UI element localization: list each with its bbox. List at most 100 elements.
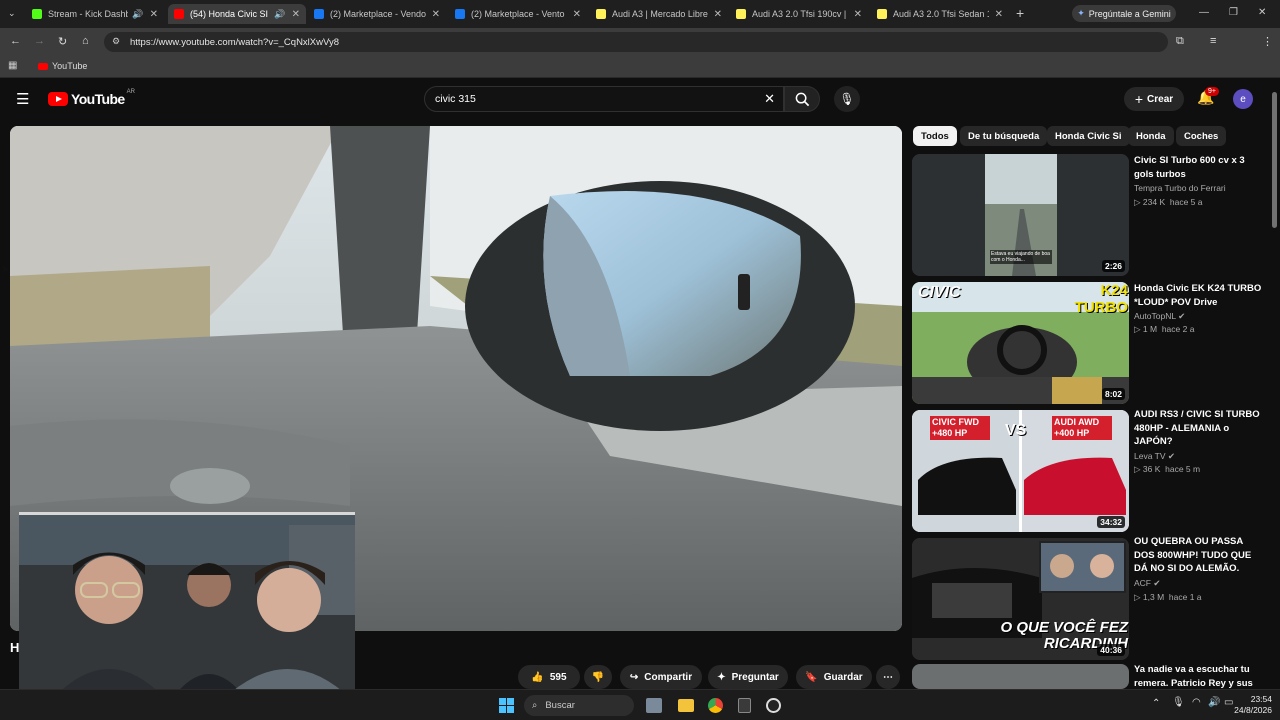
video-duration: 40:36 [1097,644,1125,656]
gemini-label: Pregúntale a Gemini [1088,8,1171,19]
new-tab-button[interactable]: + [1016,5,1024,21]
browser-menu-icon[interactable]: ⋮ [1262,35,1273,48]
rec-thumbnail[interactable] [912,664,1129,689]
site-info-icon[interactable]: ⚙ [112,36,120,47]
rec-channel[interactable]: Tempra Turbo do Ferrari [1134,183,1226,193]
gemini-button[interactable]: ✦ Pregúntale a Gemini [1072,5,1176,22]
filter-chip[interactable]: Todos [913,126,957,146]
search-input[interactable]: civic 315 [435,93,476,105]
like-button[interactable]: 👍 595 [518,665,580,689]
calculator-icon[interactable] [738,698,751,713]
close-window-icon[interactable]: ✕ [1258,7,1266,18]
browser-tab[interactable]: (54) Honda Civic SI Tu... 🔊 ✕ [168,4,306,24]
create-label: Crear [1147,93,1174,105]
page-scrollbar[interactable] [1272,92,1277,228]
taskbar-search[interactable]: ⌕ Buscar [524,695,634,716]
video-title-partial: H [10,640,20,655]
browser-tab[interactable]: Audi A3 2.0 Tfsi Sedan 19... ✕ [871,4,1009,24]
rec-thumbnail[interactable]: O QUE VOCÊ FEZ RICARDINH 40:36 [912,538,1129,660]
rec-title[interactable]: Honda Civic EK K24 TURBO *LOUD* POV Driv… [1134,282,1264,309]
windows-start-icon[interactable] [499,698,514,713]
clear-search-icon[interactable]: ✕ [764,91,775,107]
filter-chip[interactable]: Honda [1128,126,1174,146]
browser-tab[interactable]: Audi A3 2.0 Tfsi 190cv | M... ✕ [730,4,868,24]
search-box[interactable]: civic 315 ✕ [424,86,784,112]
rec-channel[interactable]: AutoTopNL ✔ [1134,311,1185,322]
chevron-up-icon[interactable]: ⌃ [1152,698,1160,709]
clock-date[interactable]: 24/8/2026 [1222,705,1272,715]
minimize-icon[interactable]: — [1199,7,1209,18]
share-button[interactable]: ↪ Compartir [620,665,702,689]
rec-views: 1,3 M [1142,592,1165,602]
reading-list-icon[interactable]: ≡ [1210,35,1216,47]
extensions-icon[interactable]: ⧉ [1176,35,1184,48]
tab-audio-icon[interactable]: 🔊 [132,9,143,20]
forward-icon[interactable]: → [34,35,45,47]
microphone-icon: 🎙 [839,92,855,106]
tab-favicon-icon [174,9,184,19]
rec-title[interactable]: Civic SI Turbo 600 cv x 3 gols turbos [1134,154,1264,181]
reload-icon[interactable]: ↻ [58,35,67,48]
chrome-icon[interactable] [708,698,723,713]
clock-time[interactable]: 23:54 [1232,694,1272,704]
tab-close-icon[interactable]: ✕ [995,9,1003,20]
rec-title[interactable]: Ya nadie va a escuchar tu remera. Patric… [1134,663,1264,690]
address-bar[interactable]: ⚙ https://www.youtube.com/watch?v=_CqNxl… [104,32,1168,52]
tab-search-icon[interactable]: ⌄ [8,8,16,19]
youtube-logo[interactable]: YouTube AR [48,89,135,107]
rec-age: hace 2 a [1161,324,1195,334]
filter-chip[interactable]: De tu búsqueda [960,126,1048,146]
hamburger-menu-icon[interactable]: ☰ [16,90,29,108]
rec-channel[interactable]: Leva TV ✔ [1134,451,1175,462]
taskbar-app-icon[interactable] [646,698,662,713]
share-icon: ↪ [629,671,639,683]
file-explorer-icon[interactable] [678,699,694,712]
rec-channel-name: AutoTopNL [1134,311,1176,321]
rec-title[interactable]: AUDI RS3 / CIVIC SI TURBO 480HP - ALEMAN… [1134,408,1264,449]
browser-tab[interactable]: (2) Marketplace - Vendo H... ✕ [308,4,446,24]
wifi-icon[interactable]: ◠ [1192,697,1201,708]
rec-title[interactable]: OU QUEBRA OU PASSA DOS 800WHP! TUDO QUE … [1134,535,1264,576]
microphone-tray-icon[interactable]: 🎙 [1172,697,1185,708]
thumbs-up-icon: 👍 [531,671,544,683]
account-avatar[interactable]: e [1233,89,1253,109]
search-button[interactable] [784,86,820,112]
tab-audio-icon[interactable]: 🔊 [274,9,285,20]
rec-thumbnail[interactable]: CIVIC FWD +480 HP VS AUDI AWD +400 HP 34… [912,410,1129,532]
rec-channel[interactable]: ACF ✔ [1134,578,1161,589]
tab-close-icon[interactable]: ✕ [714,9,722,20]
volume-icon[interactable]: 🔊 [1208,697,1220,708]
more-actions-button[interactable]: ⋯ [876,665,900,689]
home-icon[interactable]: ⌂ [82,35,89,47]
tab-close-icon[interactable]: ✕ [573,9,581,20]
restore-icon[interactable]: ❐ [1229,7,1238,18]
bookmark-youtube[interactable]: YouTube [38,61,87,71]
country-code: AR [126,89,135,95]
back-icon[interactable]: ← [10,35,21,47]
rec-thumbnail-text-right: K24 TURBO [1074,282,1128,316]
rec-channel-name: ACF [1134,578,1151,588]
voice-search-button[interactable]: 🎙 [834,86,860,112]
rec-meta: ▷ 234 K hace 5 a [1134,197,1203,207]
browser-tab[interactable]: (2) Marketplace - Vento 2... ✕ [449,4,587,24]
sparkle-icon: ✦ [717,671,726,683]
browser-tab[interactable]: Audi A3 | Mercado Libre ✕ [590,4,728,24]
obs-icon[interactable] [766,698,781,713]
dislike-button[interactable]: 👎 [584,665,612,689]
browser-tab[interactable]: Stream - Kick Dashbo...🔊 ✕ [26,4,164,24]
plus-icon: + [1134,91,1144,107]
apps-grid-icon[interactable]: ▦ [8,60,17,71]
ask-button[interactable]: ✦ Preguntar [708,665,788,689]
tab-close-icon[interactable]: ✕ [432,9,440,20]
create-button[interactable]: + Crear [1124,87,1184,111]
rec-thumbnail[interactable]: CIVIC K24 TURBO 8:02 [912,282,1129,404]
browser-tab-strip: ⌄ Stream - Kick Dashbo...🔊✕(54) Honda Ci… [0,0,1280,28]
tab-close-icon[interactable]: ✕ [150,9,158,20]
save-button[interactable]: 🔖 Guardar [796,665,872,689]
filter-chip[interactable]: Coches [1176,126,1227,146]
tab-close-icon[interactable]: ✕ [854,9,862,20]
rec-thumbnail[interactable]: Estava eu viajando de boa com o Honda...… [912,154,1129,276]
filter-chip[interactable]: Honda Civic Si [1047,126,1130,146]
tab-close-icon[interactable]: ✕ [292,9,300,20]
taskbar-search-label: Buscar [545,700,575,711]
